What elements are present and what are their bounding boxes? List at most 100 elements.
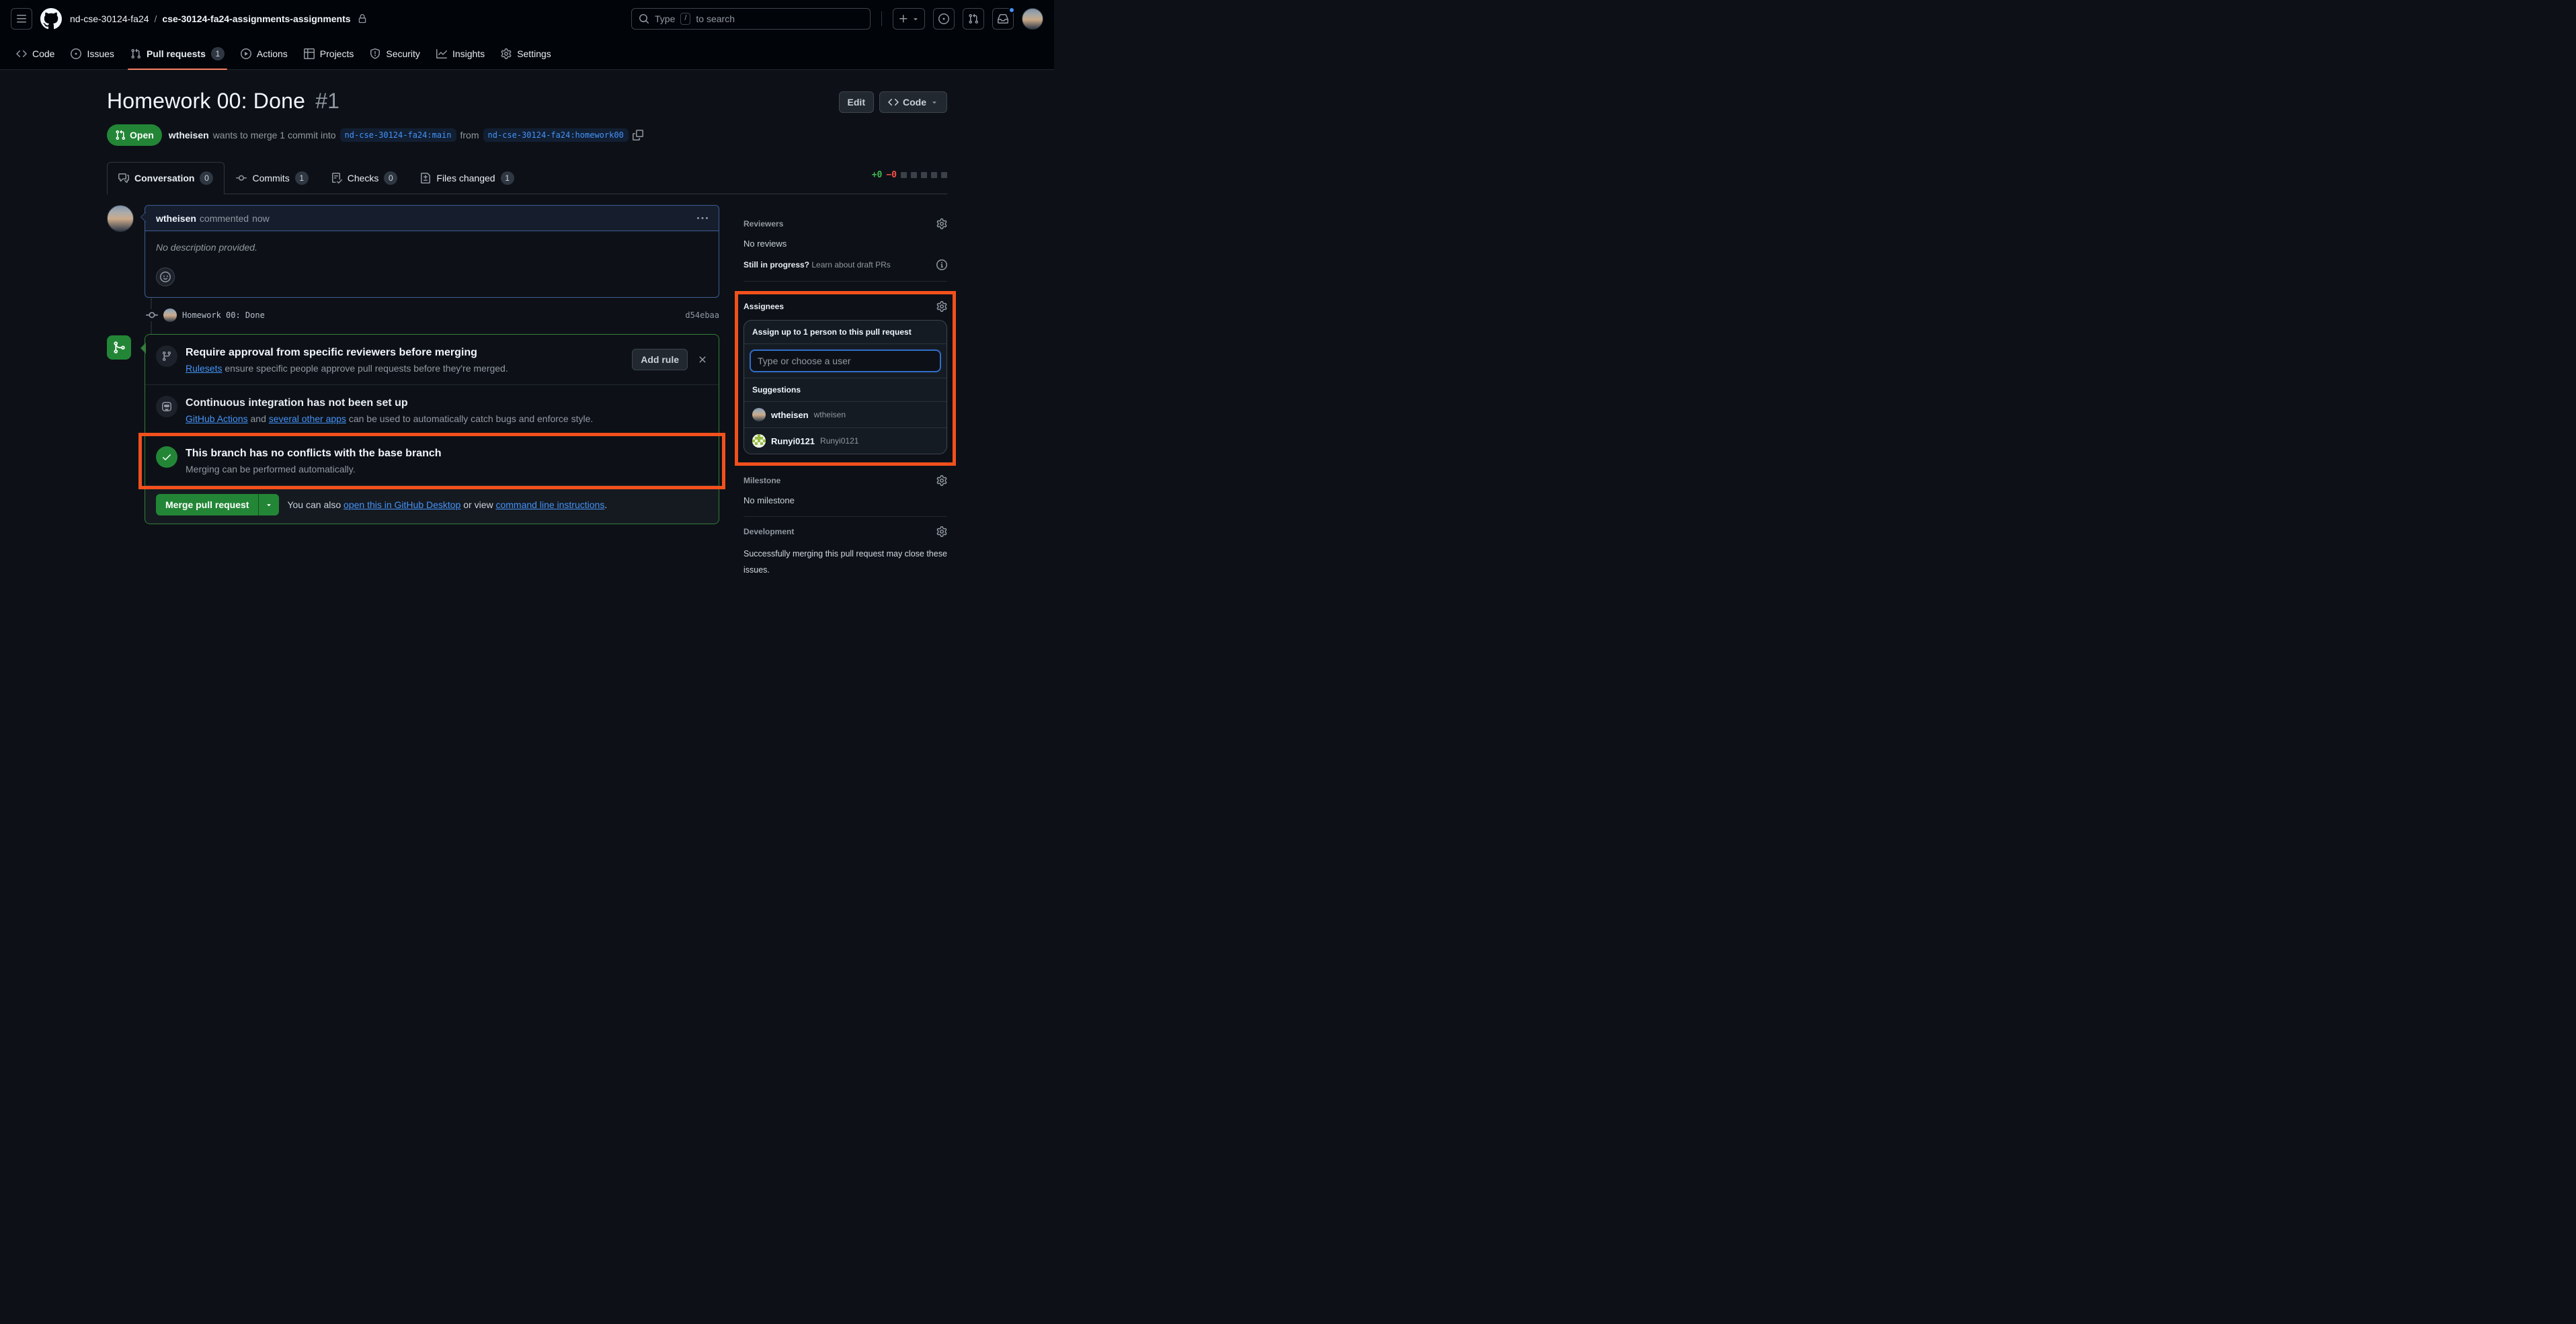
reviewers-heading: Reviewers (743, 219, 783, 229)
assignees-annotation-box: Assignees Assign up to 1 person to this … (735, 291, 956, 466)
assignees-panel: Assign up to 1 person to this pull reque… (743, 320, 947, 454)
head-branch-label[interactable]: nd-cse-30124-fa24:homework00 (483, 128, 629, 142)
gear-icon[interactable] (936, 301, 947, 312)
repo-nav-actions[interactable]: Actions (234, 38, 294, 69)
search-input[interactable]: Type / to search (631, 8, 871, 30)
check-icon (156, 446, 177, 468)
rule-row: Require approval from specific reviewers… (145, 335, 719, 384)
code-icon (16, 48, 27, 59)
commits-count-badge: 1 (295, 171, 309, 185)
comment-author[interactable]: wtheisen (156, 213, 196, 224)
checklist-icon (331, 173, 342, 183)
commit-row: Homework 00: Done d54ebaa (107, 298, 719, 331)
code-icon (888, 97, 899, 108)
ci-row: Continuous integration has not been set … (145, 384, 719, 435)
tab-checks[interactable]: Checks 0 (320, 161, 409, 194)
tab-files-changed[interactable]: Files changed 1 (409, 161, 525, 194)
search-icon (639, 13, 649, 24)
pr-author[interactable]: wtheisen (169, 130, 209, 140)
gear-icon[interactable] (936, 475, 947, 486)
repo-nav-pull-requests[interactable]: Pull requests 1 (124, 38, 231, 69)
other-apps-link[interactable]: several other apps (269, 413, 346, 424)
issues-button[interactable] (933, 8, 955, 30)
inbox-button[interactable] (992, 8, 1014, 30)
reviewers-section: Reviewers No reviews Still in progress? … (743, 218, 947, 270)
emoji-reaction-button[interactable] (156, 267, 175, 286)
repo-nav-label: Security (386, 48, 420, 59)
file-diff-icon (420, 173, 431, 183)
repo-nav: Code Issues Pull requests 1 Actions Proj… (0, 38, 1054, 70)
lock-icon (358, 14, 367, 24)
breadcrumb-owner[interactable]: nd-cse-30124-fa24 (70, 13, 149, 24)
commit-message[interactable]: Homework 00: Done (182, 311, 680, 320)
info-icon[interactable] (936, 259, 947, 270)
close-icon[interactable] (697, 354, 708, 365)
edit-button[interactable]: Edit (839, 91, 874, 113)
suggestion-name: Runyi0121 (771, 436, 815, 446)
commit-sha[interactable]: d54ebaa (685, 311, 719, 320)
conflicts-subtitle: Merging can be performed automatically. (186, 464, 708, 474)
breadcrumb-repo[interactable]: cse-30124-fa24-assignments-assignments (162, 13, 350, 24)
development-text: Successfully merging this pull request m… (743, 546, 947, 579)
sidebar: Reviewers No reviews Still in progress? … (743, 205, 947, 579)
search-placeholder-pre: Type (655, 13, 675, 24)
repo-nav-security[interactable]: Security (363, 38, 427, 69)
repo-nav-label: Code (32, 48, 54, 59)
pr-state-badge: Open (107, 124, 162, 146)
repo-nav-code[interactable]: Code (9, 38, 61, 69)
merge-box: Require approval from specific reviewers… (145, 334, 719, 524)
files-changed-count-badge: 1 (501, 171, 514, 185)
gear-icon[interactable] (936, 526, 947, 537)
pr-description-comment: wtheisen commented now No description pr… (107, 205, 719, 298)
suggestion-login: wtheisen (814, 410, 846, 419)
assignee-search-input[interactable] (750, 349, 941, 372)
repo-nav-insights[interactable]: Insights (430, 38, 491, 69)
base-branch-label[interactable]: nd-cse-30124-fa24:main (340, 128, 456, 142)
kebab-menu-icon[interactable] (697, 213, 708, 224)
github-logo[interactable] (40, 8, 62, 30)
comment-author-avatar[interactable] (107, 205, 134, 232)
git-branch-icon (156, 345, 177, 367)
git-commit-icon (146, 309, 158, 321)
git-merge-icon (107, 335, 131, 360)
hubot-icon (156, 396, 177, 417)
repo-nav-settings[interactable]: Settings (494, 38, 558, 69)
merge-options-caret[interactable] (258, 494, 279, 515)
pull-requests-button[interactable] (963, 8, 984, 30)
shield-icon (370, 48, 380, 59)
identicon-avatar (752, 434, 766, 448)
tab-conversation[interactable]: Conversation 0 (107, 162, 225, 194)
command-line-link[interactable]: command line instructions (495, 499, 604, 510)
pr-title-text: Homework 00: Done (107, 89, 305, 113)
suggestion-user-wtheisen[interactable]: wtheisen wtheisen (744, 402, 947, 427)
comment-timestamp[interactable]: now (252, 213, 270, 224)
suggestion-user-runyi0121[interactable]: Runyi0121 Runyi0121 (744, 427, 947, 454)
repo-nav-issues[interactable]: Issues (64, 38, 120, 69)
diffstat: +0 −0 (872, 170, 947, 180)
user-avatar[interactable] (1022, 8, 1043, 30)
repo-nav-projects[interactable]: Projects (297, 38, 361, 69)
diffstat-deletions: −0 (886, 170, 897, 180)
pull-request-icon (115, 130, 126, 140)
checks-count-badge: 0 (384, 171, 397, 185)
comment-discussion-icon (118, 173, 129, 183)
milestone-empty-text: No milestone (743, 495, 947, 505)
create-new-button[interactable] (893, 8, 925, 30)
merge-pull-request-button[interactable]: Merge pull request (156, 494, 279, 515)
rulesets-link[interactable]: Rulesets (186, 363, 222, 374)
hamburger-menu-button[interactable] (11, 8, 32, 30)
tab-commits[interactable]: Commits 1 (225, 161, 319, 194)
github-desktop-link[interactable]: open this in GitHub Desktop (344, 499, 460, 510)
pull-request-icon (130, 48, 141, 59)
code-dropdown-button[interactable]: Code (879, 91, 947, 113)
add-rule-button[interactable]: Add rule (632, 349, 688, 370)
commit-author-avatar[interactable] (163, 308, 177, 322)
draft-prs-link[interactable]: Learn about draft PRs (811, 260, 890, 270)
conversation-count-badge: 0 (200, 171, 213, 185)
milestone-section: Milestone No milestone (743, 475, 947, 505)
copy-icon[interactable] (633, 130, 643, 140)
repo-nav-label: Actions (257, 48, 288, 59)
github-actions-link[interactable]: GitHub Actions (186, 413, 248, 424)
gear-icon[interactable] (936, 218, 947, 229)
development-heading: Development (743, 527, 794, 536)
